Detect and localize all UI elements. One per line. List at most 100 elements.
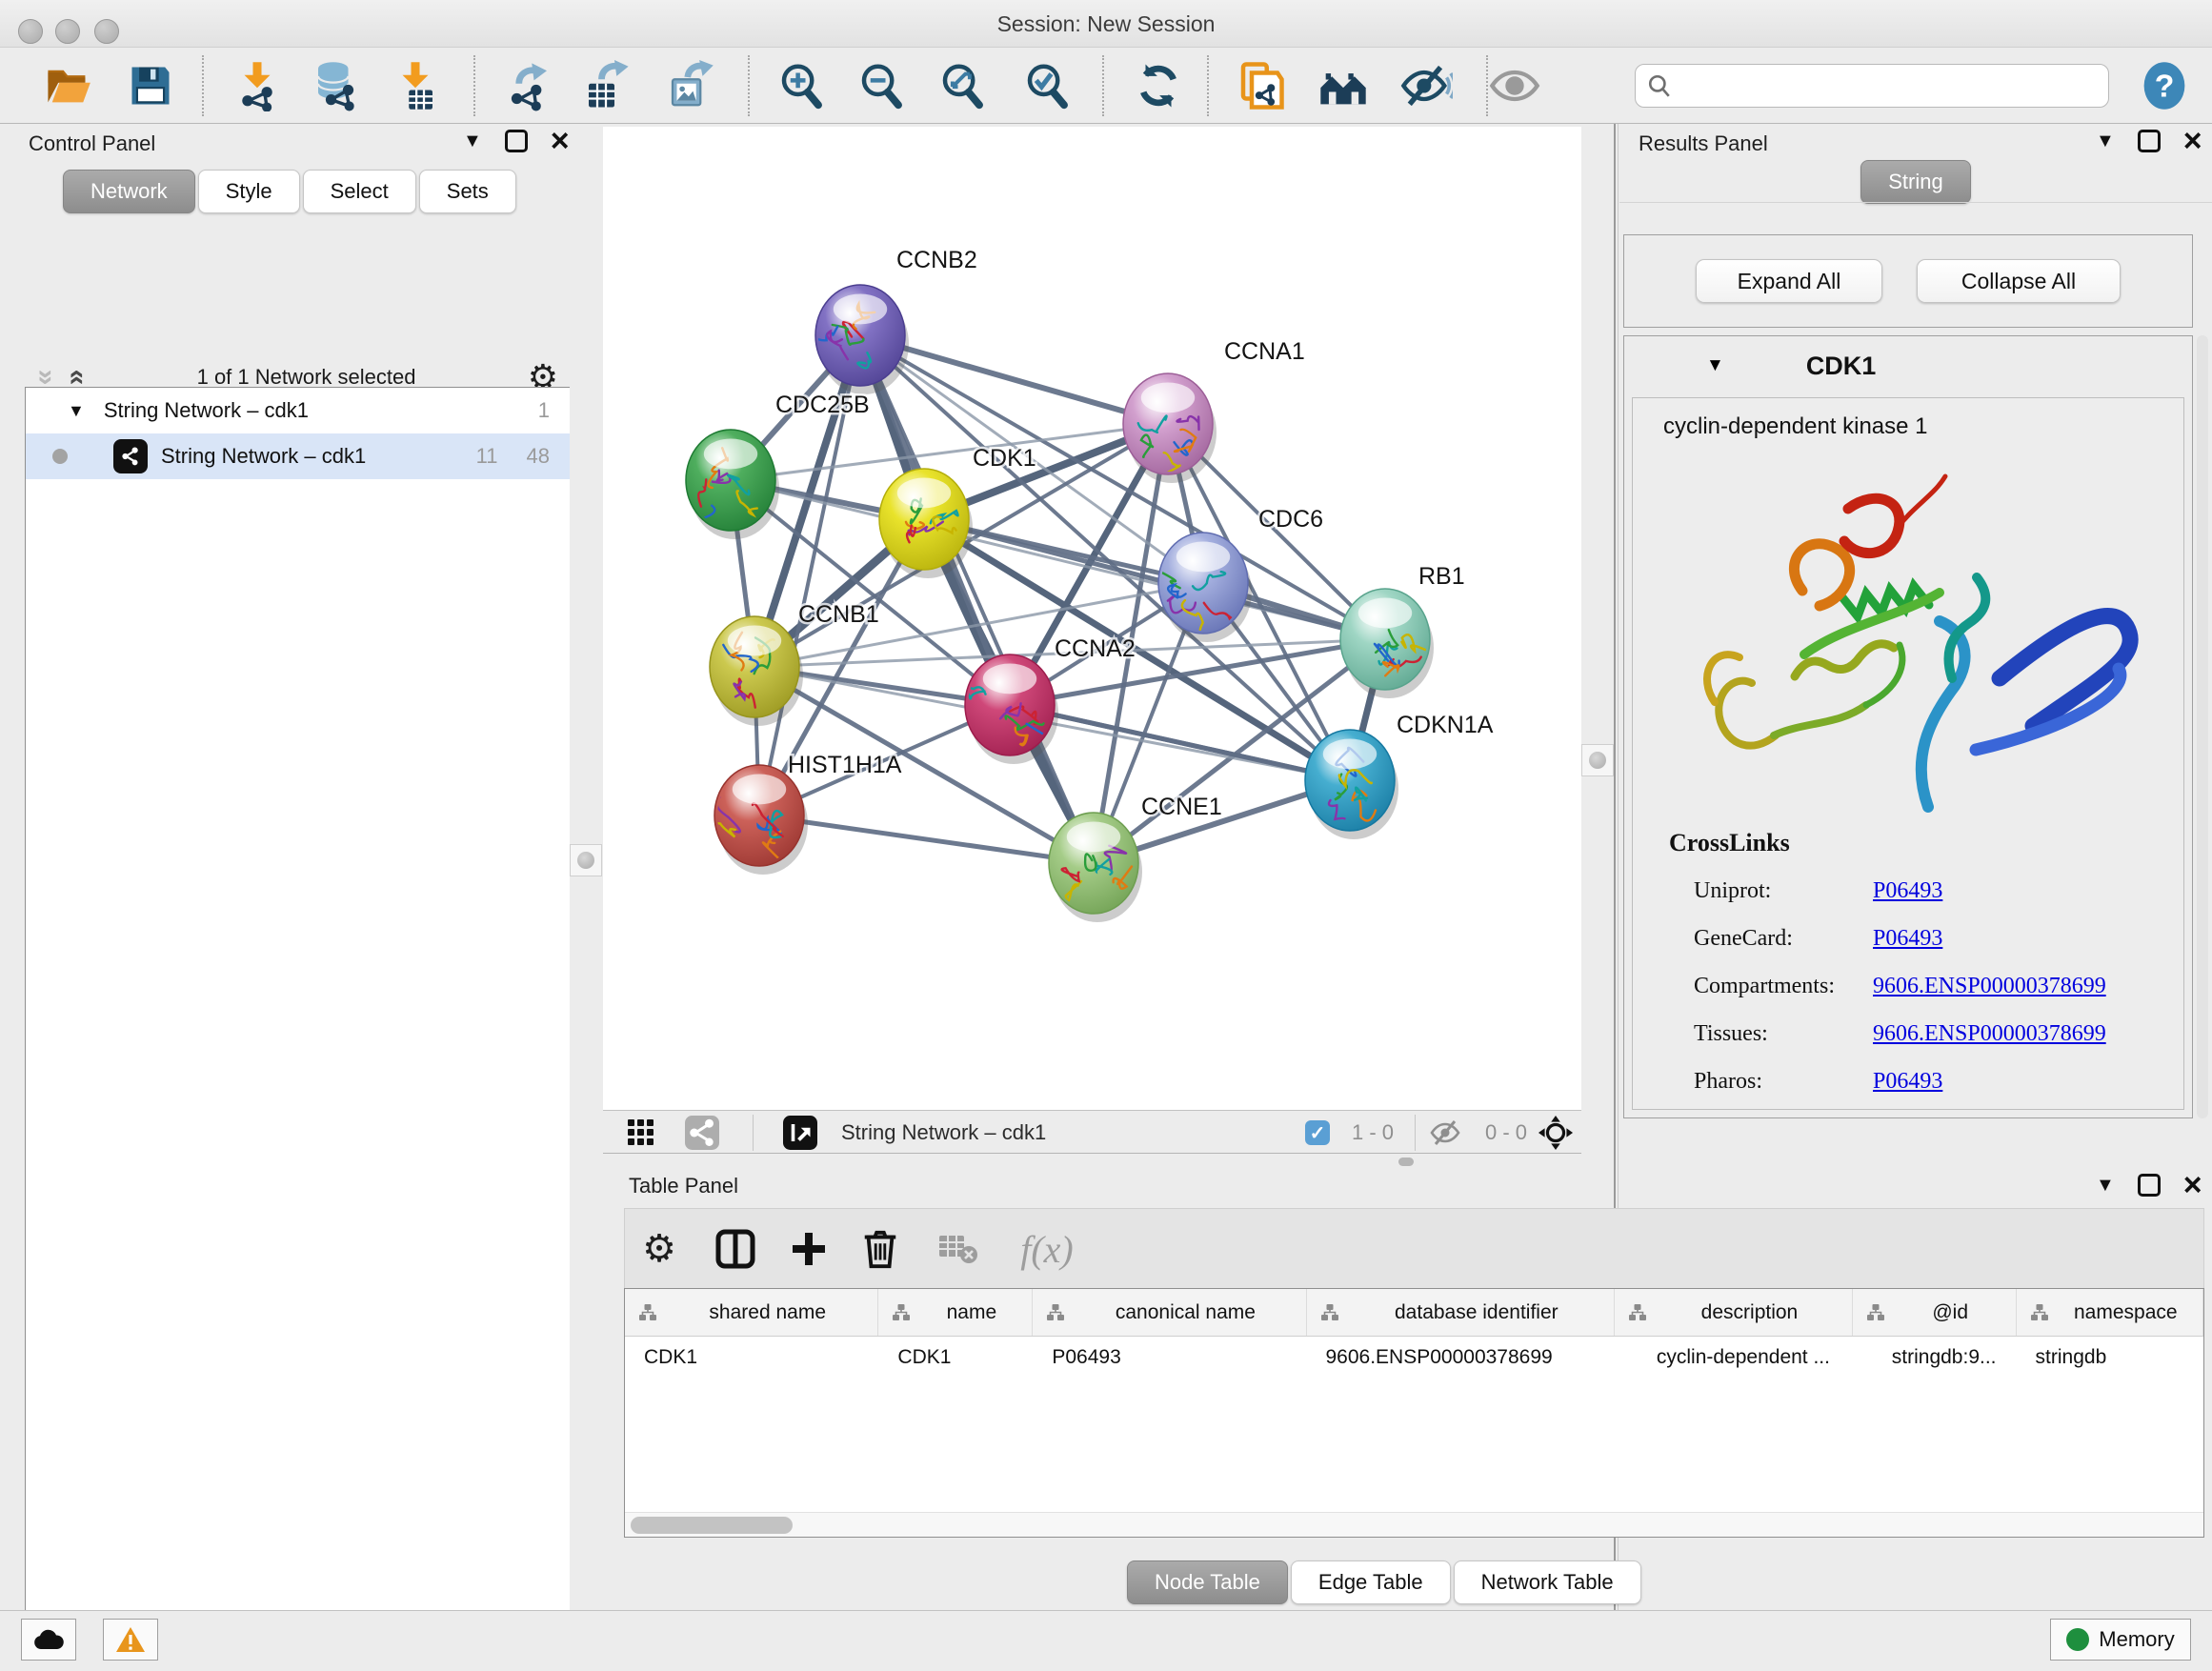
node-label: CCNA2 (1055, 635, 1136, 662)
table-cell[interactable]: cyclin-dependent ... (1615, 1337, 1853, 1380)
open-file-icon[interactable] (41, 59, 94, 112)
control-panel-maximize-icon[interactable] (505, 130, 528, 152)
table-panel-maximize-icon[interactable] (2138, 1174, 2161, 1197)
network-node-CDKN1A[interactable]: CDKN1A (1305, 712, 1494, 839)
network-node-RB1[interactable]: RB1 (1340, 563, 1465, 698)
network-node-HIST1H1A[interactable]: HIST1H1A (709, 752, 902, 875)
export-table-icon[interactable] (579, 59, 633, 112)
table-panel-float-icon[interactable]: ▼ (2096, 1175, 2115, 1197)
save-session-icon[interactable] (124, 59, 177, 112)
expand-all-networks-icon[interactable]: » (30, 370, 62, 386)
protein-section-header[interactable]: ▼ CDK1 (1624, 336, 2192, 395)
grid-view-icon[interactable] (620, 1111, 662, 1155)
table-horizontal-scrollbar[interactable] (625, 1512, 2203, 1537)
protein-collapse-icon[interactable]: ▼ (1706, 355, 1724, 376)
duplicate-network-icon[interactable] (1234, 59, 1287, 112)
control-panel-close-icon[interactable]: × (551, 130, 570, 152)
network-row[interactable]: String Network – cdk1 11 48 (26, 433, 571, 479)
zoom-in-icon[interactable] (774, 59, 828, 112)
apply-layout-icon[interactable] (1132, 59, 1185, 112)
tab-sets[interactable]: Sets (419, 170, 516, 213)
network-node-CCNE1[interactable]: CCNE1 (1049, 794, 1222, 922)
results-panel-close-icon[interactable]: × (2183, 130, 2202, 152)
hidden-eye-icon[interactable] (1422, 1111, 1468, 1155)
column-header-@id[interactable]: @id (1853, 1289, 2017, 1336)
left-splitter-handle[interactable] (570, 844, 602, 876)
export-network-icon[interactable] (503, 59, 556, 112)
table-panel-close-icon[interactable]: × (2183, 1174, 2202, 1197)
control-panel-float-icon[interactable]: ▼ (463, 131, 482, 152)
help-button[interactable]: ? (2140, 59, 2189, 112)
crosslink-link[interactable]: P06493 (1873, 1069, 1942, 1095)
left-splitter[interactable] (570, 124, 603, 1610)
memory-button[interactable]: Memory (2050, 1619, 2191, 1661)
results-scrollbar[interactable] (2197, 335, 2208, 1118)
horizontal-splitter-handle[interactable] (1398, 1158, 1414, 1166)
table-cell[interactable]: stringdb:9... (1853, 1337, 2017, 1380)
network-canvas[interactable]: CCNB2CCNA1CDC25BCDK1CDC6RB1CCNB1CCNA2CDK… (603, 127, 1581, 1110)
import-network-from-database-icon[interactable] (309, 59, 362, 112)
collection-expand-icon[interactable]: ▼ (68, 401, 85, 421)
crosslink-link[interactable]: 9606.ENSP00000378699 (1873, 1021, 2106, 1047)
network-node-CCNA1[interactable]: CCNA1 (1123, 338, 1305, 483)
collapse-all-button[interactable]: Collapse All (1917, 259, 2121, 303)
column-header-canonical-name[interactable]: canonical name (1033, 1289, 1306, 1336)
export-image-icon[interactable] (663, 59, 716, 112)
table-cell[interactable]: CDK1 (878, 1337, 1033, 1380)
tab-network-table[interactable]: Network Table (1454, 1560, 1641, 1604)
tab-node-table[interactable]: Node Table (1127, 1560, 1288, 1604)
column-header-name[interactable]: name (878, 1289, 1033, 1336)
function-builder-icon[interactable]: f(x) (1004, 1222, 1090, 1276)
table-cell[interactable]: 9606.ENSP00000378699 (1306, 1337, 1615, 1380)
delete-column-icon[interactable] (854, 1222, 907, 1276)
table-cell[interactable]: CDK1 (625, 1337, 878, 1380)
table-cell[interactable]: stringdb (2017, 1337, 2203, 1380)
table-settings-gear-icon[interactable]: ⚙ (633, 1222, 686, 1276)
tab-string[interactable]: String (1860, 160, 1970, 204)
network-node-CDC6[interactable]: CDC6 (1146, 506, 1324, 642)
table-cell[interactable]: P06493 (1033, 1337, 1306, 1380)
tab-select[interactable]: Select (303, 170, 416, 213)
network-edge (759, 815, 1094, 863)
network-node-CCNB2[interactable]: CCNB2 (813, 247, 976, 394)
column-header-namespace[interactable]: namespace (2017, 1289, 2203, 1336)
results-panel-float-icon[interactable]: ▼ (2096, 131, 2115, 152)
table-row[interactable]: CDK1CDK1P064939606.ENSP00000378699cyclin… (625, 1337, 2203, 1380)
scrollbar-thumb[interactable] (631, 1517, 793, 1534)
tab-network[interactable]: Network (63, 170, 195, 213)
right-splitter-handle[interactable] (1581, 744, 1614, 776)
column-header-shared-name[interactable]: shared name (625, 1289, 878, 1336)
import-table-icon[interactable] (389, 59, 442, 112)
zoom-fit-icon[interactable] (935, 59, 989, 112)
table-header-row: shared namenamecanonical namedatabase id… (625, 1289, 2203, 1337)
horizontal-splitter[interactable] (603, 1155, 1581, 1168)
warning-status-button[interactable] (103, 1619, 158, 1661)
search-input[interactable] (1681, 72, 2097, 99)
hide-selected-icon[interactable] (1399, 59, 1453, 112)
tab-style[interactable]: Style (198, 170, 300, 213)
first-neighbors-icon[interactable] (1317, 59, 1370, 112)
crosslink-link[interactable]: P06493 (1873, 878, 1942, 904)
add-column-icon[interactable] (782, 1222, 835, 1276)
network-share-icon[interactable] (681, 1111, 723, 1155)
import-network-icon[interactable] (231, 59, 284, 112)
show-columns-icon[interactable] (709, 1222, 762, 1276)
expand-all-button[interactable]: Expand All (1696, 259, 1882, 303)
delete-table-icon[interactable] (932, 1222, 985, 1276)
crosslink-link[interactable]: 9606.ENSP00000378699 (1873, 974, 2106, 999)
crosslink-link[interactable]: P06493 (1873, 926, 1942, 952)
column-header-description[interactable]: description (1615, 1289, 1853, 1336)
zoom-selected-icon[interactable] (1020, 59, 1074, 112)
show-all-icon[interactable] (1488, 59, 1541, 112)
cloud-status-button[interactable] (21, 1619, 76, 1661)
results-panel-maximize-icon[interactable] (2138, 130, 2161, 152)
selected-checkbox[interactable]: ✓ (1298, 1111, 1337, 1155)
birds-eye-view-icon[interactable] (779, 1111, 821, 1155)
tab-edge-table[interactable]: Edge Table (1291, 1560, 1451, 1604)
fit-selected-crosshair-icon[interactable] (1533, 1111, 1579, 1155)
collapse-all-networks-icon[interactable]: « (61, 370, 93, 386)
column-header-database-identifier[interactable]: database identifier (1307, 1289, 1616, 1336)
network-graph[interactable]: CCNB2CCNA1CDC25BCDK1CDC6RB1CCNB1CCNA2CDK… (603, 127, 1581, 1110)
zoom-out-icon[interactable] (855, 59, 908, 112)
network-collection-row[interactable]: ▼ String Network – cdk1 1 (26, 388, 571, 433)
